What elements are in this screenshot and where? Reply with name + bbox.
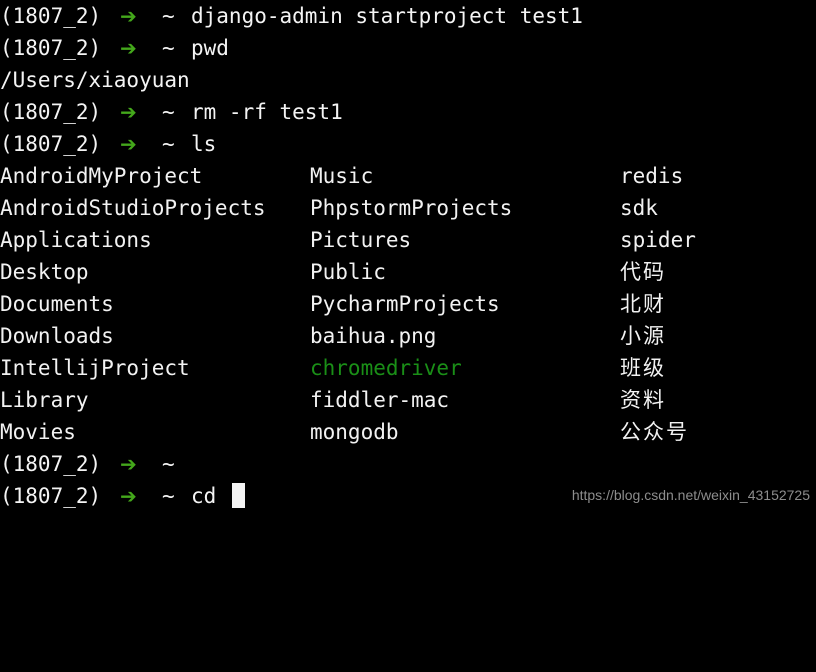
prompt-path: ~: [162, 452, 175, 476]
ls-entry: 公众号: [620, 420, 689, 444]
prompt-path: ~: [162, 100, 175, 124]
prompt-venv: (1807_2): [0, 484, 102, 508]
ls-entry: Documents: [0, 292, 114, 316]
ls-entry: spider: [620, 228, 696, 252]
ls-output-row: AndroidMyProject Music redis: [0, 160, 816, 192]
ls-entry: 北财: [620, 292, 666, 316]
ls-entry: fiddler-mac: [310, 388, 450, 412]
right-arrow-icon: ➔: [120, 484, 137, 508]
ls-output-row: Applications Pictures spider: [0, 224, 816, 256]
ls-entry: Library: [0, 388, 89, 412]
terminal-line: /Users/xiaoyuan: [0, 64, 816, 96]
terminal-line: (1807_2) ➔ ~ rm -rf test1: [0, 96, 816, 128]
terminal-command: ls: [191, 132, 217, 156]
watermark-url: https://blog.csdn.net/weixin_43152725: [571, 487, 810, 503]
prompt-path: ~: [162, 36, 175, 60]
prompt-path: ~: [162, 484, 175, 508]
ls-entry: AndroidMyProject: [0, 164, 203, 188]
ls-output-row: AndroidStudioProjects PhpstormProjects s…: [0, 192, 816, 224]
terminal-command: django-admin startproject test1: [191, 4, 583, 28]
ls-entry: sdk: [620, 196, 658, 220]
ls-output-row: Library fiddler-mac 资料: [0, 384, 816, 416]
prompt-path: ~: [162, 132, 175, 156]
prompt-venv: (1807_2): [0, 36, 102, 60]
prompt-venv: (1807_2): [0, 100, 102, 124]
ls-entry: 资料: [620, 388, 666, 412]
terminal-window[interactable]: (1807_2) ➔ ~ django-admin startproject t…: [0, 0, 816, 517]
ls-entry: 班级: [620, 356, 666, 380]
ls-output-row: Desktop Public 代码: [0, 256, 816, 288]
ls-entry: Public: [310, 260, 386, 284]
ls-entry: PycharmProjects: [310, 292, 500, 316]
prompt-venv: (1807_2): [0, 452, 102, 476]
terminal-input-text: cd: [191, 484, 229, 508]
ls-output-row: Movies mongodb 公众号: [0, 416, 816, 448]
right-arrow-icon: ➔: [120, 100, 137, 124]
ls-entry: AndroidStudioProjects: [0, 196, 266, 220]
terminal-output: /Users/xiaoyuan: [0, 68, 190, 92]
prompt-path: ~: [162, 4, 175, 28]
terminal-line: (1807_2) ➔ ~: [0, 448, 816, 480]
ls-entry: baihua.png: [310, 324, 437, 348]
ls-entry: 代码: [620, 260, 666, 284]
terminal-line: (1807_2) ➔ ~ django-admin startproject t…: [0, 0, 816, 32]
ls-entry: 小源: [620, 324, 666, 348]
prompt-venv: (1807_2): [0, 4, 102, 28]
terminal-line: (1807_2) ➔ ~ pwd: [0, 32, 816, 64]
ls-entry: mongodb: [310, 420, 399, 444]
ls-entry: Movies: [0, 420, 76, 444]
ls-output-row: IntellijProject chromedriver 班级: [0, 352, 816, 384]
ls-entry: redis: [620, 164, 684, 188]
ls-entry: Desktop: [0, 260, 89, 284]
terminal-command: pwd: [191, 36, 229, 60]
text-cursor: [231, 483, 245, 508]
right-arrow-icon: ➔: [120, 36, 137, 60]
terminal-command: rm -rf test1: [191, 100, 343, 124]
ls-entry: Pictures: [310, 228, 412, 252]
right-arrow-icon: ➔: [120, 132, 137, 156]
terminal-line: (1807_2) ➔ ~ ls: [0, 128, 816, 160]
ls-output-row: Documents PycharmProjects 北财: [0, 288, 816, 320]
terminal-input[interactable]: cd: [191, 480, 245, 512]
right-arrow-icon: ➔: [120, 452, 137, 476]
ls-entry: Music: [310, 164, 374, 188]
ls-entry: Downloads: [0, 324, 114, 348]
ls-entry-executable: chromedriver: [310, 356, 462, 380]
right-arrow-icon: ➔: [120, 4, 137, 28]
ls-entry: IntellijProject: [0, 356, 190, 380]
prompt-venv: (1807_2): [0, 132, 102, 156]
ls-entry: Applications: [0, 228, 152, 252]
ls-entry: PhpstormProjects: [310, 196, 513, 220]
ls-output-row: Downloads baihua.png 小源: [0, 320, 816, 352]
